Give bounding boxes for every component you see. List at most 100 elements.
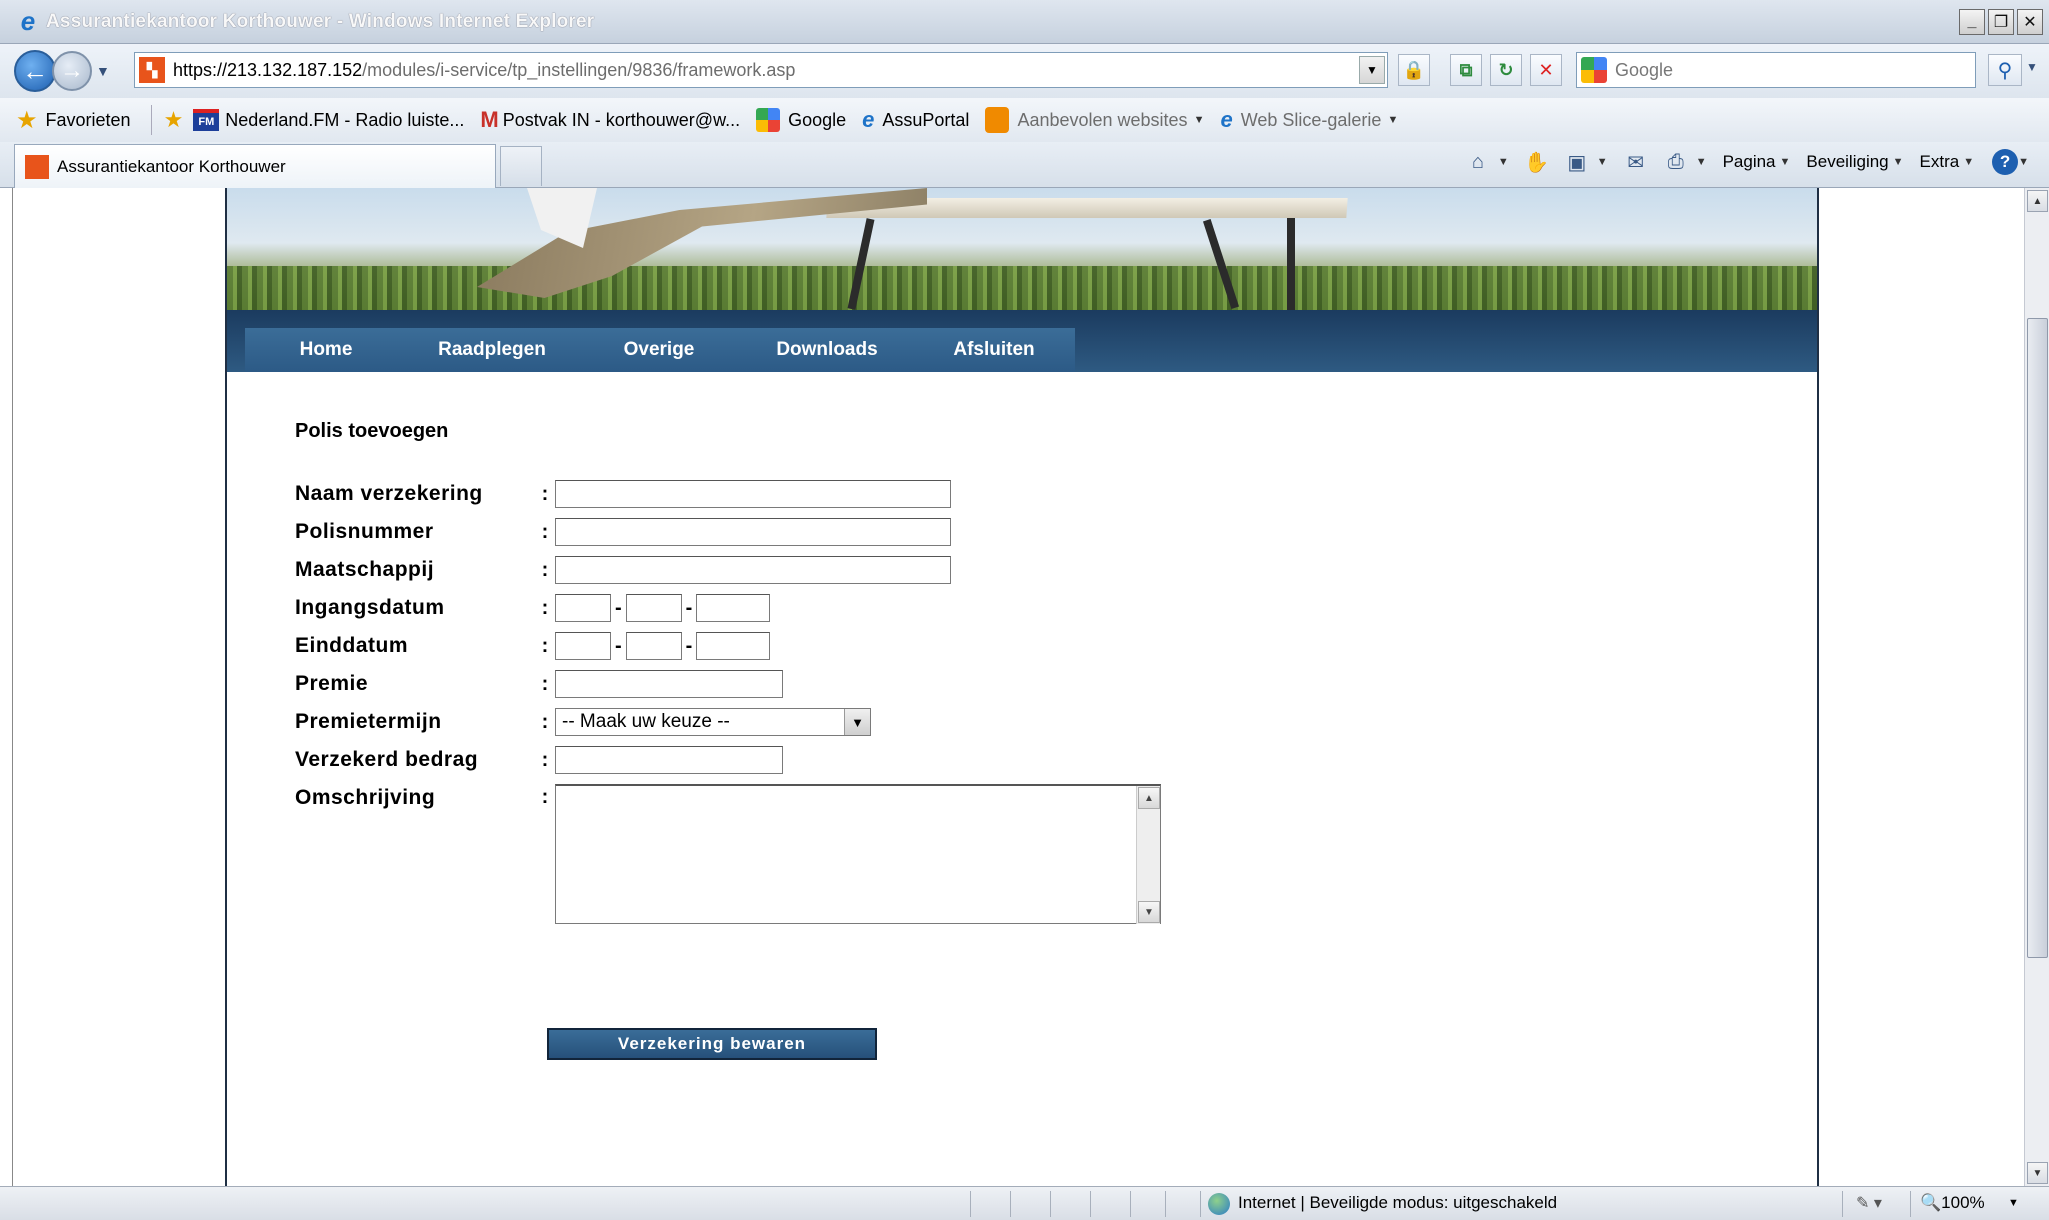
page-scrollbar[interactable]: ▲ ▼ bbox=[2024, 188, 2049, 1186]
home-icon[interactable]: ⌂ bbox=[1464, 148, 1492, 176]
label-colon: : bbox=[541, 710, 549, 733]
security-menu[interactable]: Beveiliging bbox=[1806, 152, 1888, 172]
chevron-down-icon: ▼ bbox=[1779, 156, 1791, 168]
recommended-sites-icon bbox=[985, 107, 1010, 133]
favorites-button[interactable]: Favorieten bbox=[46, 110, 131, 131]
nav-home[interactable]: Home bbox=[245, 339, 407, 361]
favorite-postvak-in[interactable]: M Postvak IN - korthouwer@w... bbox=[480, 107, 740, 133]
nav-afsluiten[interactable]: Afsluiten bbox=[913, 339, 1075, 361]
row-einddatum: Einddatum : - - bbox=[295, 632, 771, 660]
favorite-assuportal[interactable]: e AssuPortal bbox=[862, 107, 969, 133]
close-button[interactable]: ✕ bbox=[2017, 9, 2043, 35]
zoom-value: 100% bbox=[1941, 1193, 1985, 1212]
row-polisnummer: Polisnummer : bbox=[295, 518, 951, 546]
scrollbar-thumb[interactable] bbox=[2027, 318, 2048, 958]
ingangsdatum-day-input[interactable] bbox=[555, 594, 611, 622]
stop-icon[interactable]: ✕ bbox=[1530, 54, 1562, 86]
ingangsdatum-year-input[interactable] bbox=[696, 594, 771, 622]
chevron-down-icon[interactable]: ▼ bbox=[1597, 156, 1608, 168]
chevron-down-icon: ▼ bbox=[1387, 114, 1399, 126]
nav-downloads[interactable]: Downloads bbox=[741, 339, 913, 361]
label-colon: : bbox=[541, 672, 549, 695]
new-tab-button[interactable] bbox=[500, 146, 542, 186]
favorites-bar: ★ Favorieten ★ FM Nederland.FM - Radio l… bbox=[0, 98, 2049, 142]
page-menu[interactable]: Pagina bbox=[1723, 152, 1776, 172]
help-icon[interactable]: ? bbox=[1992, 149, 2019, 175]
fm-icon: FM bbox=[193, 109, 220, 131]
einddatum-day-input[interactable] bbox=[555, 632, 611, 660]
chevron-down-icon[interactable]: ▼ bbox=[2018, 156, 2029, 168]
row-omschrijving: Omschrijving : ▲ ▼ bbox=[295, 784, 1161, 926]
compatibility-view-icon[interactable]: ⧉ bbox=[1450, 54, 1482, 86]
maatschappij-input[interactable] bbox=[555, 556, 951, 584]
url-text[interactable]: https://213.132.187.152/modules/i-servic… bbox=[173, 60, 795, 81]
feeds-icon[interactable]: ▣ bbox=[1563, 148, 1591, 176]
chevron-down-icon[interactable]: ▼ bbox=[844, 709, 870, 735]
header-banner-image bbox=[227, 188, 1817, 310]
nav-raadplegen[interactable]: Raadplegen bbox=[407, 339, 577, 361]
favorite-google[interactable]: Google bbox=[756, 108, 846, 132]
zoom-level[interactable]: 🔍100% bbox=[1920, 1193, 1985, 1213]
save-insurance-button[interactable]: Verzekering bewaren bbox=[547, 1028, 877, 1060]
label-colon: : bbox=[541, 634, 549, 657]
label-omschrijving: Omschrijving bbox=[295, 786, 436, 809]
status-cell bbox=[1090, 1191, 1091, 1217]
favorite-web-slice-galerie[interactable]: e Web Slice-galerie ▼ bbox=[1220, 107, 1398, 133]
status-bar: Internet | Beveiligde modus: uitgeschake… bbox=[0, 1186, 2049, 1220]
scroll-down-icon[interactable]: ▼ bbox=[1138, 901, 1160, 923]
chevron-down-icon[interactable]: ▼ bbox=[1498, 156, 1509, 168]
favorites-star-icon[interactable]: ★ bbox=[16, 106, 38, 135]
search-button[interactable]: ⚲ bbox=[1988, 54, 2022, 86]
einddatum-month-input[interactable] bbox=[625, 632, 682, 660]
status-cell bbox=[1010, 1191, 1011, 1217]
site-navbar: Home Raadplegen Overige Downloads Afslui… bbox=[227, 310, 1817, 372]
search-field[interactable]: Google bbox=[1576, 52, 1976, 88]
security-zone-text[interactable]: Internet | Beveiligde modus: uitgeschake… bbox=[1238, 1193, 1557, 1213]
ingangsdatum-month-input[interactable] bbox=[625, 594, 682, 622]
chevron-down-icon: ▼ bbox=[1193, 114, 1205, 126]
polisnummer-input[interactable] bbox=[555, 518, 951, 546]
google-icon bbox=[756, 108, 781, 132]
favorite-label: AssuPortal bbox=[882, 109, 970, 130]
label-colon: : bbox=[541, 786, 549, 808]
lock-icon[interactable]: 🔒 bbox=[1398, 54, 1430, 86]
tab-assurantiekantoor[interactable]: Assurantiekantoor Korthouwer bbox=[14, 144, 496, 188]
url-field[interactable]: ▚ https://213.132.187.152/modules/i-serv… bbox=[134, 52, 1388, 88]
history-dropdown-icon[interactable]: ▼ bbox=[96, 63, 114, 79]
add-to-favorites-icon[interactable]: ★ bbox=[164, 107, 184, 133]
restore-button[interactable]: ❐ bbox=[1988, 9, 2014, 35]
extra-menu[interactable]: Extra bbox=[1920, 152, 1960, 172]
print-icon[interactable]: ⎙ bbox=[1662, 148, 1690, 176]
nav-overige[interactable]: Overige bbox=[577, 339, 741, 361]
premietermijn-select[interactable]: -- Maak uw keuze -- ▼ bbox=[555, 708, 871, 736]
url-dropdown-icon[interactable]: ▼ bbox=[1359, 56, 1385, 84]
scroll-down-icon[interactable]: ▼ bbox=[2027, 1162, 2048, 1184]
scroll-up-icon[interactable]: ▲ bbox=[2027, 190, 2048, 212]
label-premietermijn: Premietermijn bbox=[295, 710, 442, 733]
chevron-down-icon[interactable]: ▼ bbox=[1696, 156, 1707, 168]
naam-verzekering-input[interactable] bbox=[555, 480, 951, 508]
form-title: Polis toevoegen bbox=[295, 420, 449, 442]
mail-read-icon[interactable]: ✉ bbox=[1622, 148, 1650, 176]
premie-input[interactable] bbox=[555, 670, 783, 698]
forward-button[interactable]: → bbox=[52, 51, 92, 91]
hand-icon[interactable]: ✋ bbox=[1523, 148, 1551, 176]
chevron-down-icon[interactable]: ▼ bbox=[2008, 1197, 2019, 1209]
omschrijving-textarea[interactable]: ▲ ▼ bbox=[555, 784, 1161, 924]
back-button[interactable]: ← bbox=[14, 50, 56, 92]
verzekerd-bedrag-input[interactable] bbox=[555, 746, 783, 774]
scroll-up-icon[interactable]: ▲ bbox=[1138, 787, 1160, 809]
search-options-dropdown-icon[interactable]: ▼ bbox=[2026, 60, 2038, 74]
textarea-scrollbar[interactable]: ▲ ▼ bbox=[1136, 786, 1160, 924]
favorite-nederland-fm[interactable]: FM Nederland.FM - Radio luiste... bbox=[193, 109, 464, 131]
row-ingangsdatum: Ingangsdatum : - - bbox=[295, 594, 771, 622]
url-path: /modules/i-service/tp_instellingen/9836/… bbox=[362, 59, 796, 80]
banner-table-leg bbox=[1287, 218, 1295, 310]
refresh-icon[interactable]: ↻ bbox=[1490, 54, 1522, 86]
label-verzekerd-bedrag: Verzekerd bedrag bbox=[295, 748, 479, 771]
minimize-button[interactable]: _ bbox=[1959, 9, 1985, 35]
einddatum-year-input[interactable] bbox=[696, 632, 771, 660]
protected-mode-icon[interactable]: ✎ ▾ bbox=[1856, 1193, 1882, 1213]
row-verzekerd-bedrag: Verzekerd bedrag : bbox=[295, 746, 783, 774]
favorite-aanbevolen-websites[interactable]: Aanbevolen websites ▼ bbox=[985, 107, 1204, 133]
